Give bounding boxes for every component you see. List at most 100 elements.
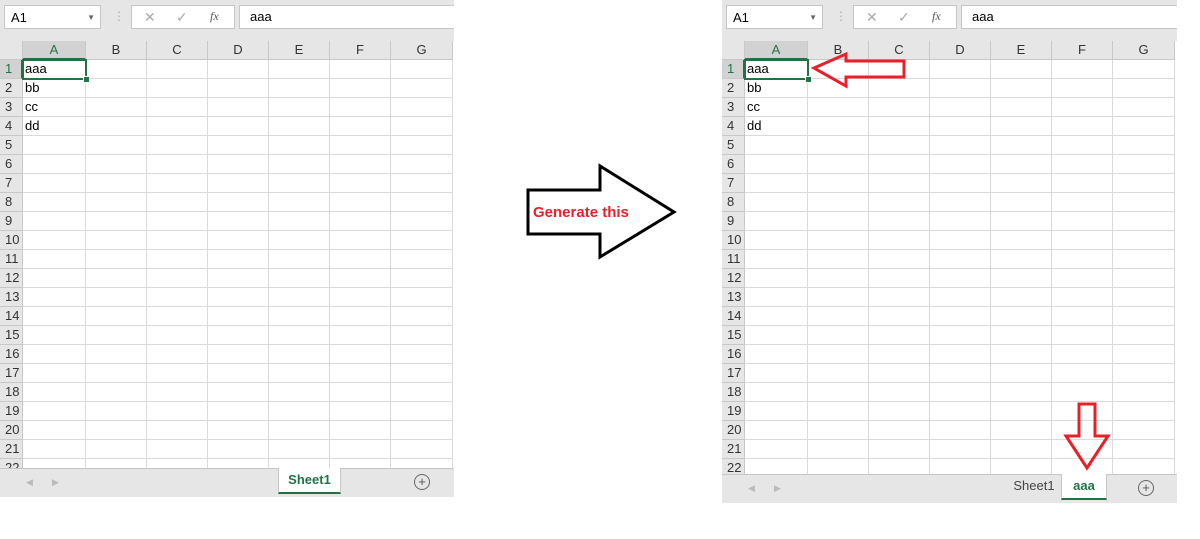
cell-G7[interactable] (1113, 174, 1175, 193)
cell-F11[interactable] (1052, 250, 1113, 269)
row-header-10[interactable]: 10 (722, 231, 745, 250)
cell-C20[interactable] (147, 421, 208, 440)
column-header-E[interactable]: E (991, 41, 1052, 60)
cell-A10[interactable] (745, 231, 808, 250)
column-header-E[interactable]: E (269, 41, 330, 60)
cell-C14[interactable] (147, 307, 208, 326)
cell-C18[interactable] (869, 383, 930, 402)
cell-F17[interactable] (1052, 364, 1113, 383)
row-header-14[interactable]: 14 (0, 307, 23, 326)
row-header-14[interactable]: 14 (722, 307, 745, 326)
cell-C22[interactable] (869, 459, 930, 475)
cell-B14[interactable] (86, 307, 147, 326)
cell-C10[interactable] (147, 231, 208, 250)
cell-E17[interactable] (269, 364, 330, 383)
row-header-11[interactable]: 11 (0, 250, 23, 269)
cell-C12[interactable] (869, 269, 930, 288)
cell-D16[interactable] (208, 345, 269, 364)
cell-D19[interactable] (208, 402, 269, 421)
cell-A14[interactable] (23, 307, 86, 326)
cell-A10[interactable] (23, 231, 86, 250)
scroll-left-icon[interactable]: ◀ (26, 477, 33, 488)
formula-input[interactable]: aaa (239, 5, 454, 29)
cell-A15[interactable] (23, 326, 86, 345)
cell-F13[interactable] (330, 288, 391, 307)
cell-C9[interactable] (147, 212, 208, 231)
scroll-left-icon[interactable]: ◀ (748, 483, 755, 494)
cell-C5[interactable] (147, 136, 208, 155)
cell-A3[interactable]: cc (745, 98, 808, 117)
cell-E9[interactable] (991, 212, 1052, 231)
cell-A2[interactable]: bb (745, 79, 808, 98)
cell-G11[interactable] (391, 250, 453, 269)
cell-D7[interactable] (930, 174, 991, 193)
cell-G19[interactable] (1113, 402, 1175, 421)
cell-B7[interactable] (808, 174, 869, 193)
cell-B14[interactable] (808, 307, 869, 326)
cell-C8[interactable] (869, 193, 930, 212)
cell-B18[interactable] (86, 383, 147, 402)
cell-F6[interactable] (330, 155, 391, 174)
column-header-D[interactable]: D (208, 41, 269, 60)
cell-G20[interactable] (391, 421, 453, 440)
cell-G13[interactable] (391, 288, 453, 307)
cell-B3[interactable] (86, 98, 147, 117)
cell-B19[interactable] (808, 402, 869, 421)
cell-C17[interactable] (147, 364, 208, 383)
row-header-21[interactable]: 21 (722, 440, 745, 459)
row-header-16[interactable]: 16 (722, 345, 745, 364)
cell-E2[interactable] (269, 79, 330, 98)
cell-E5[interactable] (269, 136, 330, 155)
column-header-D[interactable]: D (930, 41, 991, 60)
cell-F20[interactable] (330, 421, 391, 440)
cell-G6[interactable] (1113, 155, 1175, 174)
cell-C6[interactable] (869, 155, 930, 174)
cell-E13[interactable] (269, 288, 330, 307)
row-header-15[interactable]: 15 (0, 326, 23, 345)
cell-B17[interactable] (808, 364, 869, 383)
cell-D14[interactable] (208, 307, 269, 326)
cell-B7[interactable] (86, 174, 147, 193)
row-header-6[interactable]: 6 (0, 155, 23, 174)
cell-B8[interactable] (808, 193, 869, 212)
cell-C2[interactable] (147, 79, 208, 98)
cell-E10[interactable] (269, 231, 330, 250)
cell-D14[interactable] (930, 307, 991, 326)
cell-E1[interactable] (991, 60, 1052, 79)
cell-D17[interactable] (208, 364, 269, 383)
cell-B5[interactable] (86, 136, 147, 155)
cell-E7[interactable] (269, 174, 330, 193)
cell-B21[interactable] (808, 440, 869, 459)
cell-G20[interactable] (1113, 421, 1175, 440)
cell-A5[interactable] (745, 136, 808, 155)
cell-C15[interactable] (869, 326, 930, 345)
cell-G9[interactable] (391, 212, 453, 231)
cell-G4[interactable] (1113, 117, 1175, 136)
row-header-4[interactable]: 4 (722, 117, 745, 136)
cell-D7[interactable] (208, 174, 269, 193)
cell-B4[interactable] (86, 117, 147, 136)
cell-C10[interactable] (869, 231, 930, 250)
cell-D13[interactable] (930, 288, 991, 307)
cell-D15[interactable] (208, 326, 269, 345)
cell-E19[interactable] (991, 402, 1052, 421)
cell-E14[interactable] (991, 307, 1052, 326)
cell-B1[interactable] (86, 60, 147, 79)
cell-D9[interactable] (208, 212, 269, 231)
cell-D8[interactable] (930, 193, 991, 212)
cell-B12[interactable] (86, 269, 147, 288)
cell-B8[interactable] (86, 193, 147, 212)
cell-C5[interactable] (869, 136, 930, 155)
cell-B9[interactable] (86, 212, 147, 231)
cell-D12[interactable] (930, 269, 991, 288)
cell-D10[interactable] (208, 231, 269, 250)
cell-C21[interactable] (869, 440, 930, 459)
cell-A7[interactable] (745, 174, 808, 193)
cell-E16[interactable] (269, 345, 330, 364)
cell-E21[interactable] (269, 440, 330, 459)
cell-B16[interactable] (86, 345, 147, 364)
cell-F5[interactable] (330, 136, 391, 155)
cell-D19[interactable] (930, 402, 991, 421)
cell-E12[interactable] (269, 269, 330, 288)
cell-A11[interactable] (23, 250, 86, 269)
